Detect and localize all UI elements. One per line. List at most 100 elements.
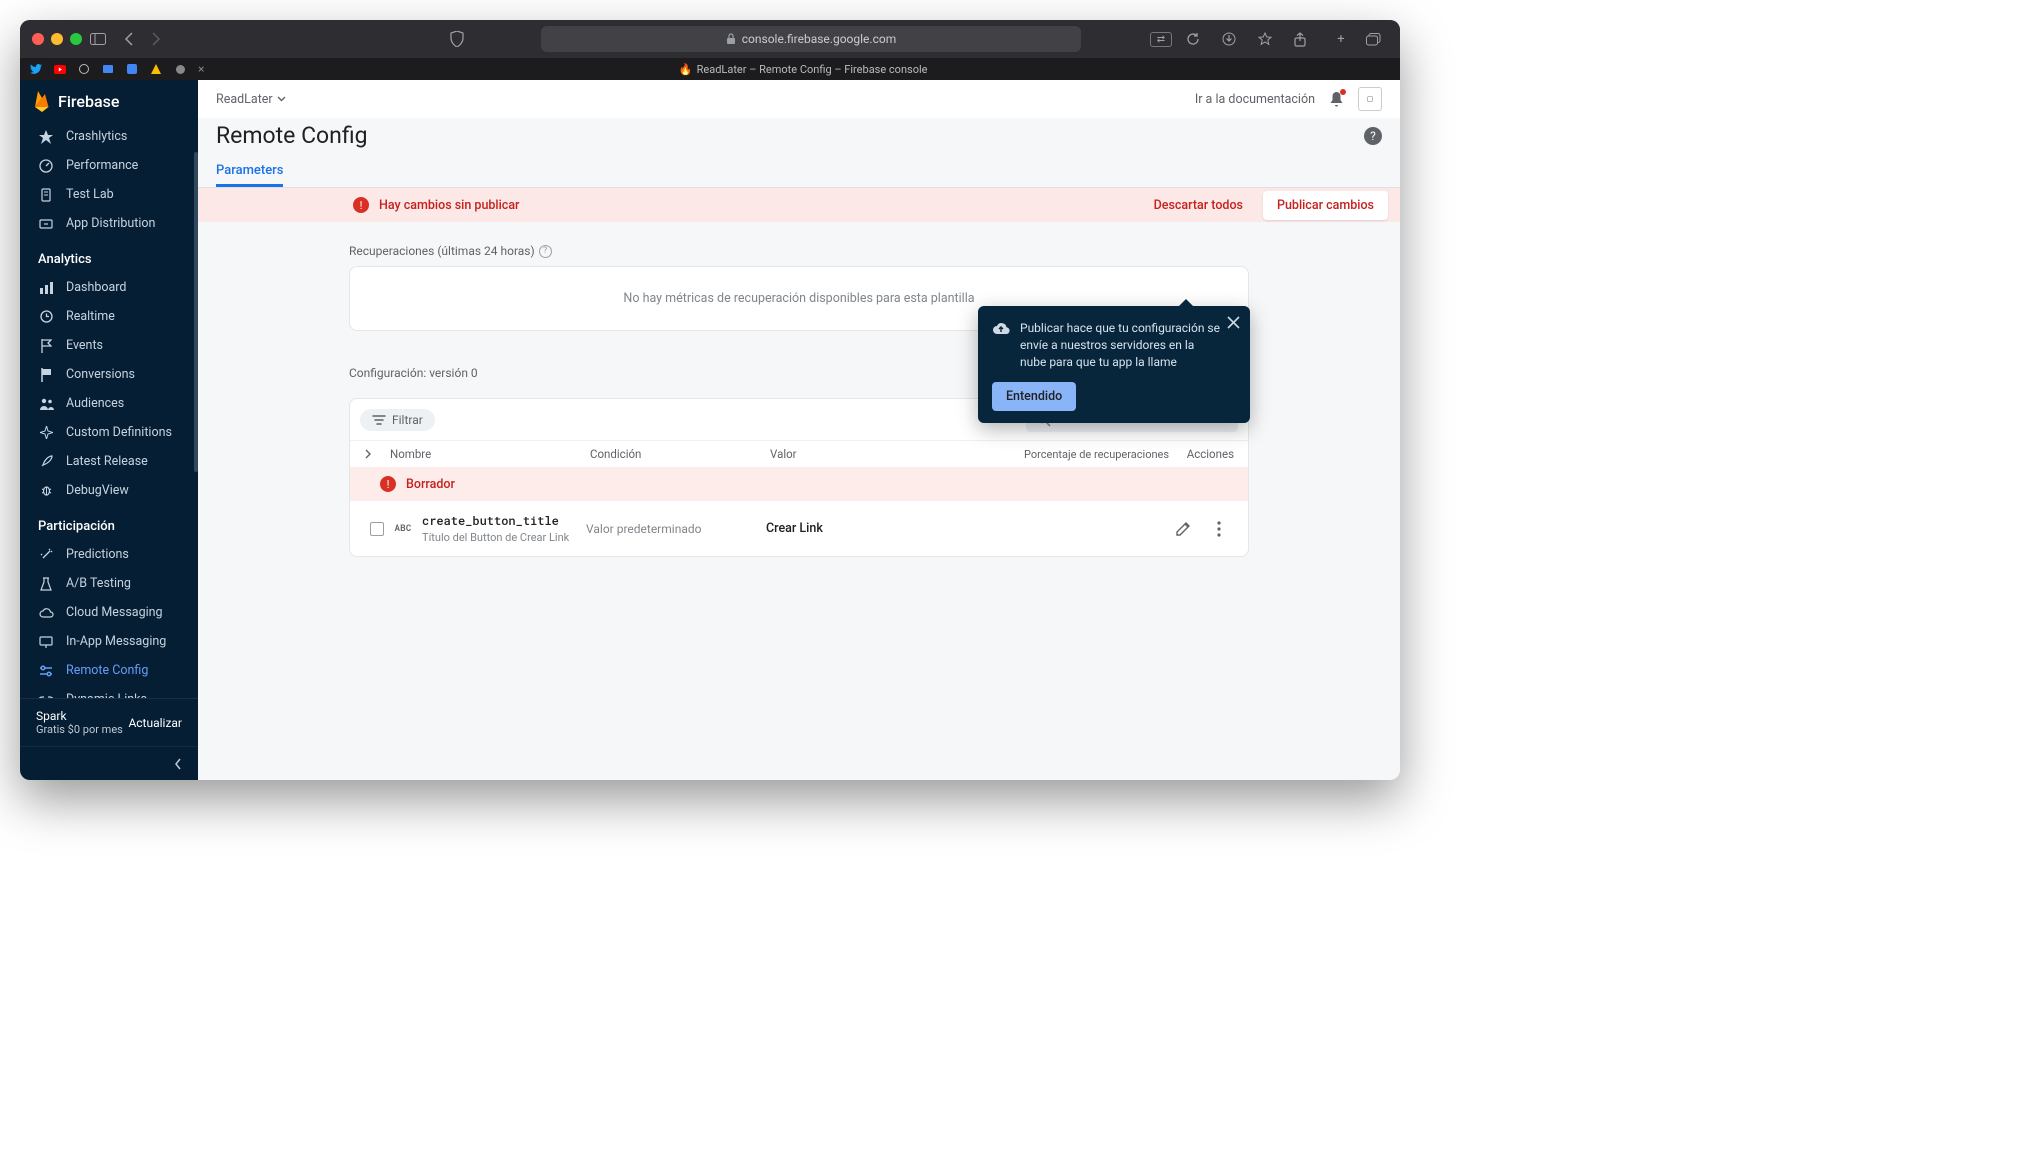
bookmark-icon[interactable] [1258, 32, 1280, 46]
sidebar-item-conversions[interactable]: Conversions [20, 360, 198, 389]
expand-all-button[interactable] [364, 449, 390, 459]
brand-label: Firebase [58, 92, 119, 111]
pinned-tab[interactable] [144, 60, 168, 78]
sidebar-item-cloudmsg[interactable]: Cloud Messaging [20, 598, 198, 627]
edit-button[interactable] [1168, 514, 1198, 544]
sidebar-item-label: Test Lab [66, 187, 114, 202]
row-more-button[interactable] [1204, 514, 1234, 544]
url-text: console.firebase.google.com [742, 32, 896, 46]
sidebar-section-analytics[interactable]: Analytics [20, 238, 198, 273]
sidebar-item-customdef[interactable]: Custom Definitions [20, 418, 198, 447]
row-checkbox[interactable] [364, 522, 390, 536]
pinned-tab-youtube[interactable] [48, 60, 72, 78]
sidebar-item-label: App Distribution [66, 216, 155, 231]
active-tab[interactable]: 🔥 ReadLater – Remote Config – Firebase c… [210, 63, 1396, 76]
back-icon[interactable] [124, 32, 146, 46]
sidebar-collapse-button[interactable] [20, 746, 198, 780]
close-window-icon[interactable] [32, 33, 44, 45]
param-description: Título del Button de Crear Link [422, 531, 586, 544]
pinned-tab[interactable] [168, 60, 192, 78]
col-name[interactable]: Nombre [390, 447, 590, 461]
pinned-tab-twitter[interactable] [24, 60, 48, 78]
sidebar-item-performance[interactable]: Performance [20, 151, 198, 180]
table-row[interactable]: ABC create_button_title Título del Butto… [350, 501, 1248, 556]
maximize-window-icon[interactable] [70, 33, 82, 45]
sidebar: Firebase Crashlytics Performance Test La… [20, 80, 198, 780]
sidebar-item-events[interactable]: Events [20, 331, 198, 360]
spark-upgrade-button[interactable]: Actualizar [128, 716, 182, 730]
sidebar-item-appdist[interactable]: App Distribution [20, 209, 198, 238]
sidebar-brand[interactable]: Firebase [20, 80, 198, 122]
type-badge: ABC [390, 523, 416, 534]
config-icon [38, 663, 54, 679]
sidebar-section-participacion[interactable]: Participación [20, 505, 198, 540]
project-selector[interactable]: ReadLater [216, 92, 286, 107]
ab-icon [38, 576, 54, 592]
crashlytics-icon [38, 129, 54, 145]
sidebar-item-audiences[interactable]: Audiences [20, 389, 198, 418]
page-header: Remote Config ? [198, 118, 1400, 149]
sidebar-item-label: DebugView [66, 483, 129, 498]
sidebar-item-realtime[interactable]: Realtime [20, 302, 198, 331]
publish-popover: Publicar hace que tu configuración se en… [978, 306, 1250, 423]
info-icon[interactable]: ? [539, 245, 552, 258]
popover-close-button[interactable] [1227, 316, 1240, 329]
rocket-icon [38, 454, 54, 470]
gauge-icon [38, 158, 54, 174]
tabs-icon[interactable] [1366, 33, 1388, 46]
minimize-window-icon[interactable] [51, 33, 63, 45]
cloud-upload-icon [992, 321, 1010, 339]
downloads-icon[interactable] [1222, 32, 1244, 46]
sidebar-item-label: Custom Definitions [66, 425, 172, 440]
sidebar-item-abtesting[interactable]: A/B Testing [20, 569, 198, 598]
param-value: Crear Link [766, 521, 1168, 536]
tab-close-icon[interactable]: × [192, 62, 210, 76]
sidebar-scroll: Crashlytics Performance Test Lab App Dis… [20, 122, 198, 698]
new-tab-icon[interactable]: + [1330, 32, 1352, 47]
pinned-tab[interactable] [96, 60, 120, 78]
discard-all-button[interactable]: Descartar todos [1142, 192, 1255, 219]
bug-icon [38, 483, 54, 499]
sidebar-item-remoteconfig[interactable]: Remote Config [20, 656, 198, 685]
sidebar-item-label: A/B Testing [66, 576, 131, 591]
close-icon [1227, 316, 1240, 329]
tabs: Parameters [198, 149, 1400, 188]
traffic-lights [32, 33, 82, 45]
avatar[interactable]: ▢ [1358, 87, 1382, 111]
sidebar-item-debugview[interactable]: DebugView [20, 476, 198, 505]
main: ReadLater Ir a la documentación ▢ Remote… [198, 80, 1400, 780]
sidebar-item-dynamiclinks[interactable]: Dynamic Links [20, 685, 198, 698]
fetches-label: Recuperaciones (últimas 24 horas) ? [349, 244, 1249, 258]
url-bar[interactable]: console.firebase.google.com [541, 26, 1081, 52]
docs-link[interactable]: Ir a la documentación [1195, 92, 1315, 107]
bars-icon [38, 280, 54, 296]
sidebar-toggle-icon[interactable] [90, 33, 112, 45]
notifications-button[interactable] [1329, 91, 1344, 108]
forward-icon[interactable] [152, 32, 174, 46]
sidebar-item-predictions[interactable]: Predictions [20, 540, 198, 569]
share-icon[interactable] [1294, 32, 1316, 47]
draft-label: Borrador [406, 477, 455, 492]
warning-icon: ! [380, 476, 396, 492]
translate-icon[interactable]: ⇄ [1150, 32, 1172, 47]
sidebar-item-label: Remote Config [66, 663, 148, 678]
unpublished-banner: ! Hay cambios sin publicar Descartar tod… [198, 188, 1400, 222]
help-button[interactable]: ? [1364, 127, 1382, 145]
sidebar-item-label: Latest Release [66, 454, 148, 469]
chevron-down-icon [277, 96, 286, 102]
sidebar-item-label: Predictions [66, 547, 129, 562]
publish-changes-button[interactable]: Publicar cambios [1263, 191, 1388, 220]
filter-button[interactable]: Filtrar [360, 409, 435, 431]
sidebar-item-latestrelease[interactable]: Latest Release [20, 447, 198, 476]
pinned-tab[interactable] [72, 60, 96, 78]
popover-ok-button[interactable]: Entendido [992, 382, 1076, 411]
sidebar-item-inappmsg[interactable]: In-App Messaging [20, 627, 198, 656]
sidebar-item-testlab[interactable]: Test Lab [20, 180, 198, 209]
sidebar-item-dashboard[interactable]: Dashboard [20, 273, 198, 302]
pinned-tab[interactable] [120, 60, 144, 78]
draft-banner: ! Borrador [350, 467, 1248, 501]
shield-icon[interactable] [450, 31, 472, 47]
sidebar-item-crashlytics[interactable]: Crashlytics [20, 122, 198, 151]
reload-icon[interactable] [1186, 32, 1208, 46]
tab-parameters[interactable]: Parameters [216, 157, 283, 187]
